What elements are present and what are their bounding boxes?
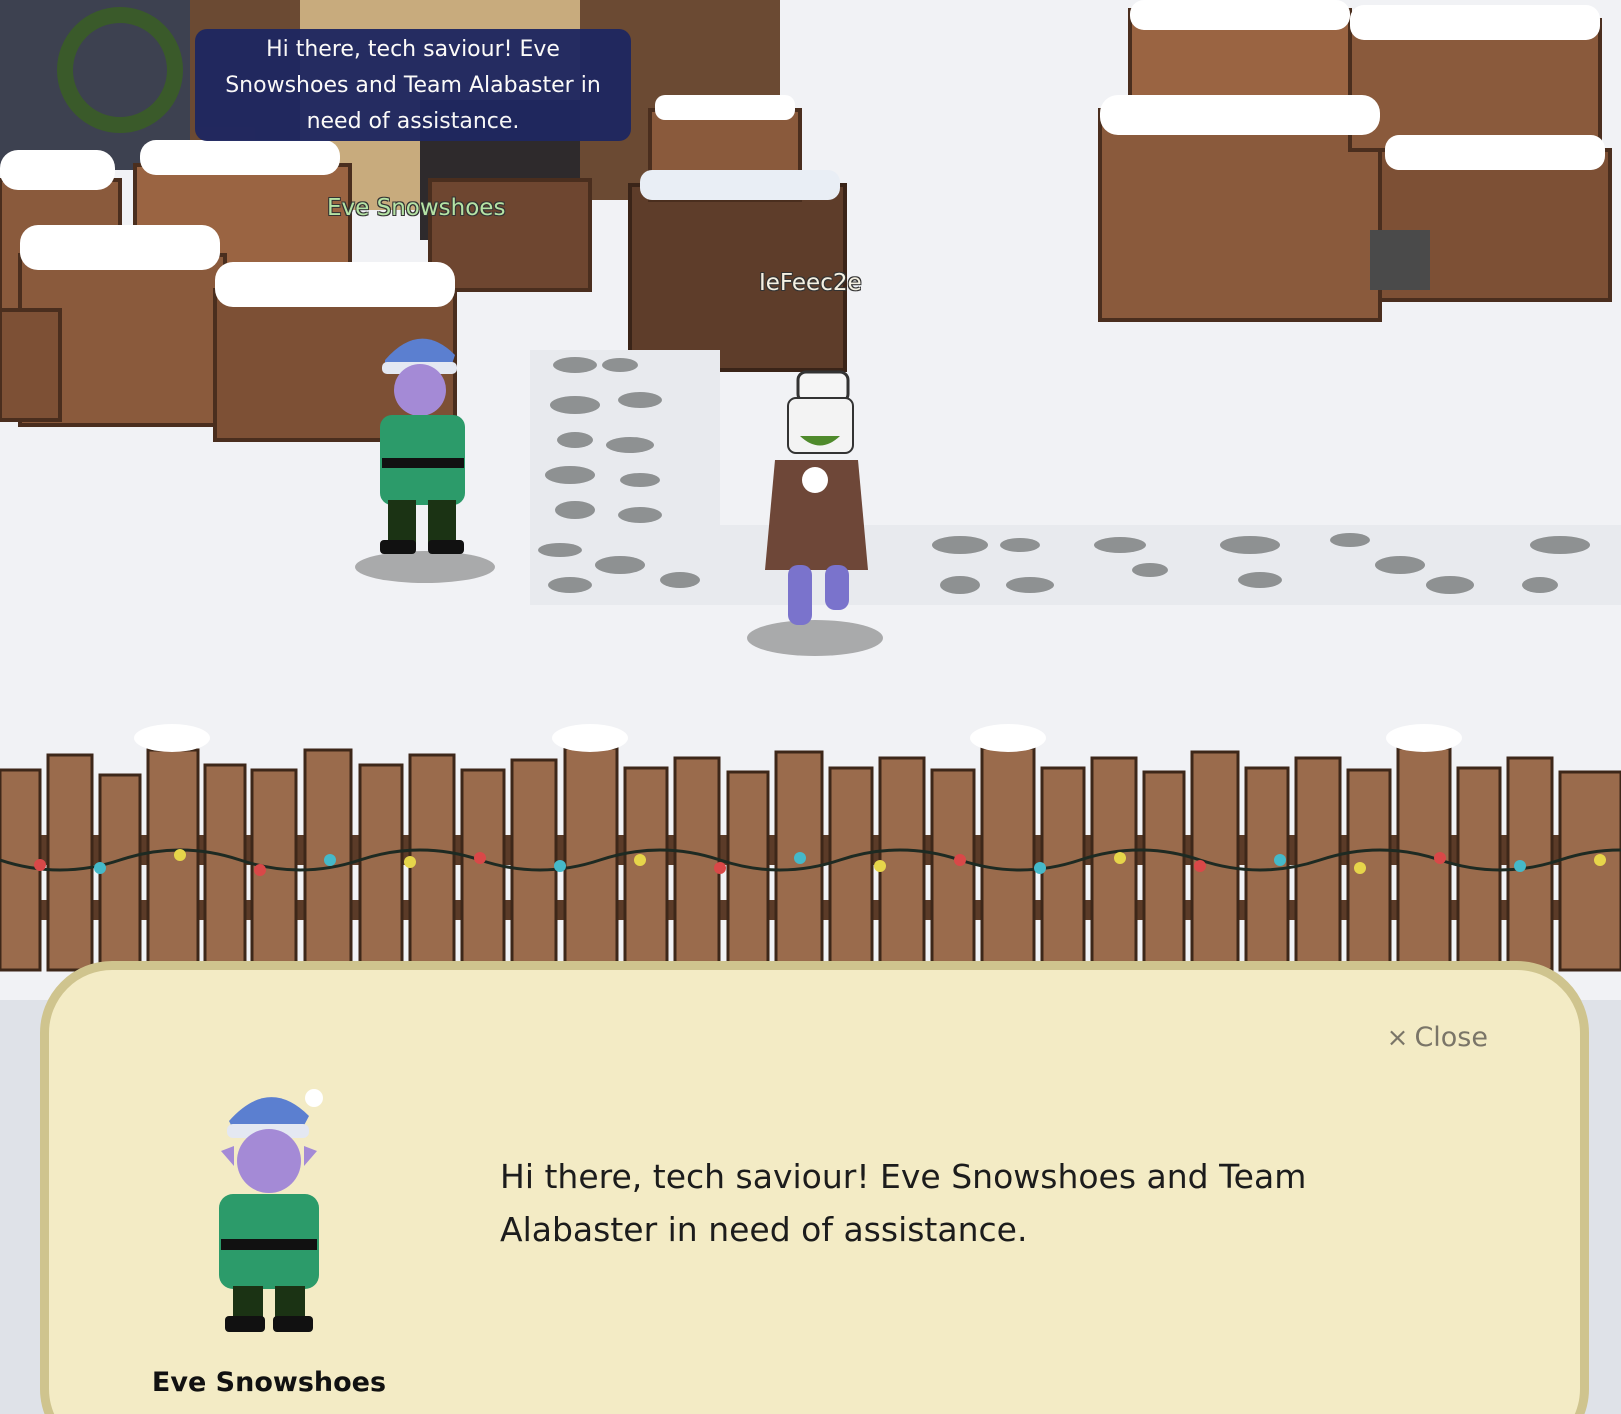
dialog-panel: × Close Eve Snowshoes Hi there, tech savi… (40, 961, 1589, 1414)
crate-stack-right (1098, 0, 1612, 322)
close-icon: × (1386, 1023, 1409, 1053)
speaker-avatar (219, 1089, 323, 1332)
speech-bubble: Hi there, tech saviour! Eve Snowshoes an… (195, 29, 631, 141)
npc-name-label: Eve Snowshoes (327, 195, 506, 221)
dialog-message: Hi there, tech saviour! Eve Snowshoes an… (500, 1157, 1307, 1249)
speaker-name: Eve Snowshoes (151, 1367, 387, 1398)
close-label: Close (1414, 1022, 1488, 1053)
close-button[interactable]: × Close (1387, 1022, 1488, 1053)
speech-bubble-text: Hi there, tech saviour! Eve Snowshoes an… (225, 37, 601, 134)
player-name-label: IeFeec2e (759, 270, 862, 296)
